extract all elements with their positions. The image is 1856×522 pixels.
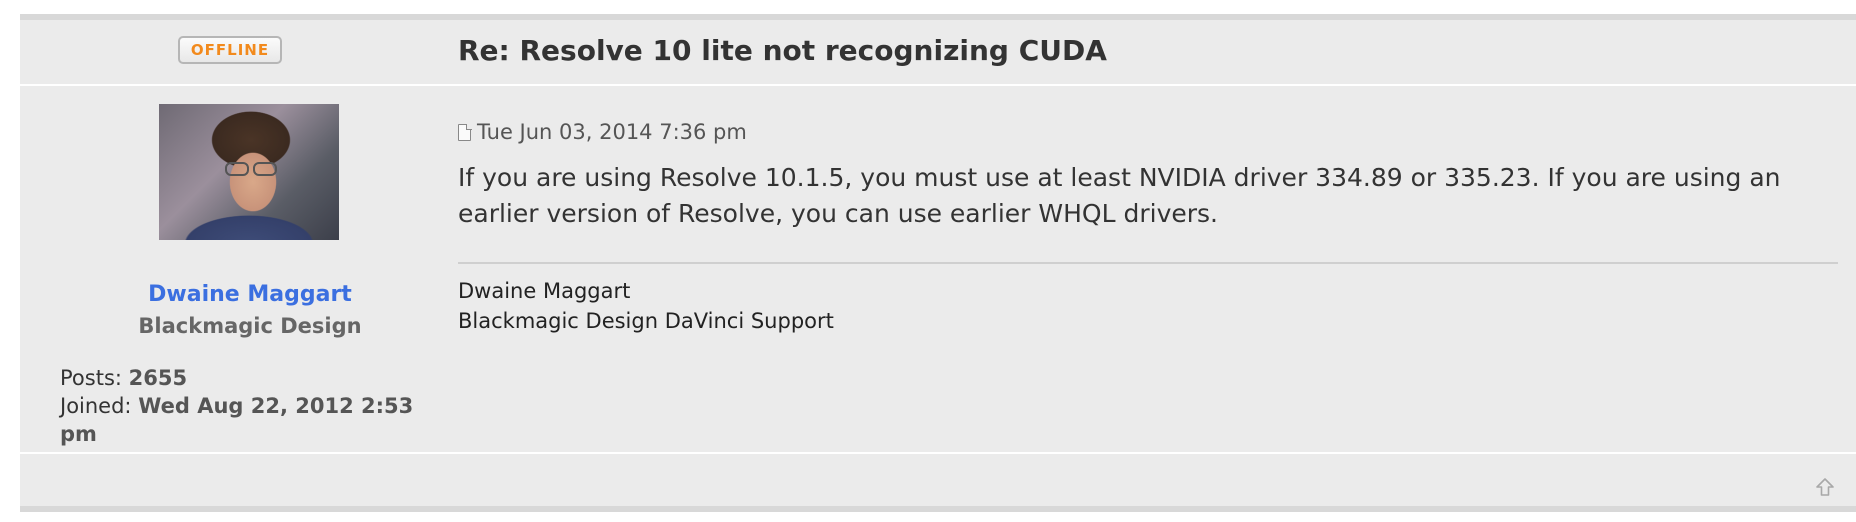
- post-meta: Tue Jun 03, 2014 7:36 pm: [458, 120, 747, 144]
- joined-label: Joined:: [60, 394, 132, 418]
- avatar-glasses-left: [225, 162, 249, 176]
- user-rank: Blackmagic Design: [138, 314, 362, 338]
- status-badge: OFFLINE: [178, 36, 282, 64]
- signature-line-2: Blackmagic Design DaVinci Support: [458, 309, 834, 333]
- signature-divider: [458, 262, 1838, 264]
- file-icon[interactable]: [458, 123, 472, 141]
- signature: Dwaine Maggart Blackmagic Design DaVinci…: [458, 276, 834, 336]
- post-title[interactable]: Re: Resolve 10 lite not recognizing CUDA: [458, 34, 1107, 67]
- post-footer: [20, 452, 1856, 454]
- username-link[interactable]: Dwaine Maggart: [20, 282, 480, 307]
- posts-label: Posts:: [60, 366, 122, 390]
- post-timestamp: Tue Jun 03, 2014 7:36 pm: [477, 120, 747, 144]
- profile-stats: Posts: 2655 Joined: Wed Aug 22, 2012 2:5…: [60, 364, 420, 448]
- avatar[interactable]: [159, 104, 339, 240]
- joined-row: Joined: Wed Aug 22, 2012 2:53 pm: [60, 392, 420, 448]
- posts-count-row: Posts: 2655: [60, 364, 420, 392]
- up-arrow-icon[interactable]: [1814, 476, 1836, 498]
- forum-post: OFFLINE Re: Resolve 10 lite not recogniz…: [20, 14, 1856, 512]
- post-header: OFFLINE Re: Resolve 10 lite not recogniz…: [20, 20, 1856, 86]
- posts-count[interactable]: 2655: [129, 366, 187, 390]
- post-content: If you are using Resolve 10.1.5, you mus…: [458, 163, 1781, 228]
- avatar-glasses-right: [253, 162, 277, 176]
- signature-line-1: Dwaine Maggart: [458, 279, 631, 303]
